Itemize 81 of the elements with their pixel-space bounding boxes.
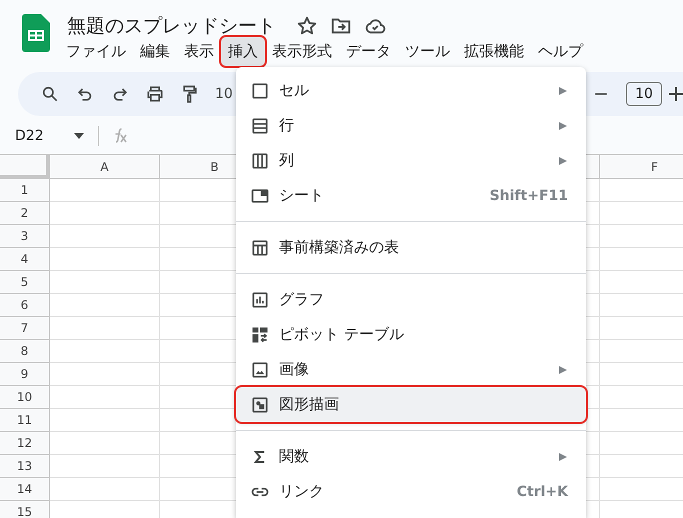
square-icon xyxy=(250,80,270,100)
menu-label: シート xyxy=(279,186,325,205)
row-header[interactable]: 6 xyxy=(0,294,50,317)
plus-icon[interactable] xyxy=(669,87,683,101)
menu-item[interactable]: データ xyxy=(339,37,398,66)
grid-cell[interactable] xyxy=(50,317,160,340)
menu-item[interactable]: 表示 xyxy=(177,37,221,66)
row-header[interactable]: 9 xyxy=(0,363,50,386)
row-header[interactable]: 1 xyxy=(0,179,50,202)
grid-cell[interactable] xyxy=(50,455,160,478)
menu-item[interactable]: ファイル xyxy=(59,37,133,66)
columns-icon xyxy=(250,150,270,170)
menu-item[interactable]: 編集 xyxy=(133,37,177,66)
menu-option[interactable]: 関数 xyxy=(236,439,586,474)
menu-option[interactable]: 画像 xyxy=(236,352,586,387)
table-icon xyxy=(250,238,270,258)
star-icon[interactable] xyxy=(296,15,318,37)
print-icon[interactable] xyxy=(145,84,165,104)
row-header[interactable]: 15 xyxy=(0,501,50,518)
menu-label: 行 xyxy=(279,116,295,135)
row-header[interactable]: 2 xyxy=(0,202,50,225)
menu-label: ピボット テーブル xyxy=(279,325,405,344)
grid-cell[interactable] xyxy=(50,179,160,202)
row-header[interactable]: 7 xyxy=(0,317,50,340)
shortcut-text: Shift+F11 xyxy=(490,188,568,204)
column-header[interactable]: F xyxy=(600,155,683,179)
menu-item[interactable]: 挿入 xyxy=(221,37,265,66)
menu-item[interactable]: 表示形式 xyxy=(265,37,339,66)
column-header[interactable]: A xyxy=(50,155,160,179)
grid-cell[interactable] xyxy=(50,225,160,248)
menu-option[interactable]: 行 xyxy=(236,108,586,143)
menu-label: 列 xyxy=(279,151,295,170)
shortcut-text: Ctrl+K xyxy=(516,484,568,500)
menu-option[interactable]: リンク Ctrl+K xyxy=(236,474,586,509)
image-icon xyxy=(250,360,270,380)
menu-option[interactable]: セル xyxy=(236,73,586,108)
document-title[interactable]: 無題のスプレッドシート xyxy=(67,13,276,39)
menu-label: 画像 xyxy=(279,360,310,379)
row-header[interactable]: 5 xyxy=(0,271,50,294)
search-icon[interactable] xyxy=(40,84,60,104)
grid-cell[interactable] xyxy=(50,432,160,455)
menu-label: 事前構築済みの表 xyxy=(279,238,400,257)
menu-item[interactable]: 拡張機能 xyxy=(457,37,531,66)
row-header[interactable]: 4 xyxy=(0,248,50,271)
row-header[interactable]: 8 xyxy=(0,340,50,363)
bar-chart-icon xyxy=(250,290,270,310)
row-header[interactable]: 10 xyxy=(0,386,50,409)
grid-cell[interactable] xyxy=(50,409,160,432)
shapes-icon xyxy=(250,394,270,414)
menu-label: セル xyxy=(279,81,310,100)
name-box[interactable]: D22 xyxy=(0,124,74,148)
grid-cell[interactable] xyxy=(50,363,160,386)
menu-option[interactable]: グラフ xyxy=(236,282,586,317)
pivot-table-icon xyxy=(250,324,270,344)
menu-item[interactable]: ヘルプ xyxy=(531,37,590,66)
grid-cell[interactable] xyxy=(50,202,160,225)
font-size-field[interactable]: 10 xyxy=(626,82,662,106)
grid-cell[interactable] xyxy=(50,294,160,317)
menu-label: 関数 xyxy=(279,447,310,466)
row-header[interactable]: 12 xyxy=(0,432,50,455)
row-header[interactable]: 14 xyxy=(0,478,50,501)
menu-label: 図形描画 xyxy=(279,395,340,414)
menu-label: リンク xyxy=(279,482,325,501)
zoom-value[interactable]: 10 xyxy=(215,86,233,102)
row-header[interactable]: 3 xyxy=(0,225,50,248)
menu-option[interactable]: 事前構築済みの表 xyxy=(236,230,586,265)
rows-icon xyxy=(250,116,270,136)
grid-cell[interactable] xyxy=(50,271,160,294)
sheets-logo-icon[interactable] xyxy=(22,14,50,52)
grid-cell[interactable] xyxy=(50,340,160,363)
grid-cell[interactable] xyxy=(50,248,160,271)
menu-item[interactable]: ツール xyxy=(398,37,457,66)
grid-cell[interactable] xyxy=(50,386,160,409)
dropdown-caret-icon[interactable] xyxy=(74,133,84,139)
menu-label: グラフ xyxy=(279,290,325,309)
row-header[interactable]: 13 xyxy=(0,455,50,478)
grid-cell[interactable] xyxy=(50,478,160,501)
menu-option[interactable]: 図形描画 xyxy=(236,387,586,422)
menu-option[interactable]: シート Shift+F11 xyxy=(236,178,586,213)
menu-option[interactable]: ピボット テーブル xyxy=(236,317,586,352)
row-header[interactable]: 11 xyxy=(0,409,50,432)
